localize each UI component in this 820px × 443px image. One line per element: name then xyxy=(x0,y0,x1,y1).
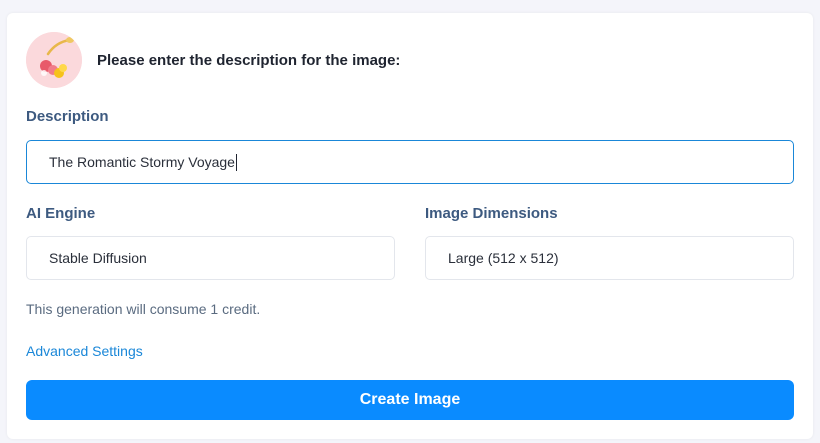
dessert-fruit-illustration-icon xyxy=(26,32,82,88)
text-caret xyxy=(235,153,237,171)
ai-engine-value: Stable Diffusion xyxy=(49,250,147,266)
prompt-title: Please enter the description for the ima… xyxy=(97,51,401,69)
advanced-settings-link[interactable]: Advanced Settings xyxy=(26,343,143,359)
description-input[interactable]: The Romantic Stormy Voyage xyxy=(26,140,794,184)
credit-note: This generation will consume 1 credit. xyxy=(26,301,261,317)
image-dimensions-value: Large (512 x 512) xyxy=(448,250,559,266)
header: Please enter the description for the ima… xyxy=(26,32,400,88)
avatar xyxy=(26,32,82,88)
description-label: Description xyxy=(26,108,109,125)
image-dimensions-select[interactable]: Large (512 x 512) xyxy=(425,236,794,280)
description-input-value: The Romantic Stormy Voyage xyxy=(49,154,235,170)
image-generator-card: Please enter the description for the ima… xyxy=(7,13,813,439)
ai-engine-select[interactable]: Stable Diffusion xyxy=(26,236,395,280)
image-dimensions-label: Image Dimensions xyxy=(425,205,558,222)
create-image-button[interactable]: Create Image xyxy=(26,380,794,420)
ai-engine-label: AI Engine xyxy=(26,205,96,222)
